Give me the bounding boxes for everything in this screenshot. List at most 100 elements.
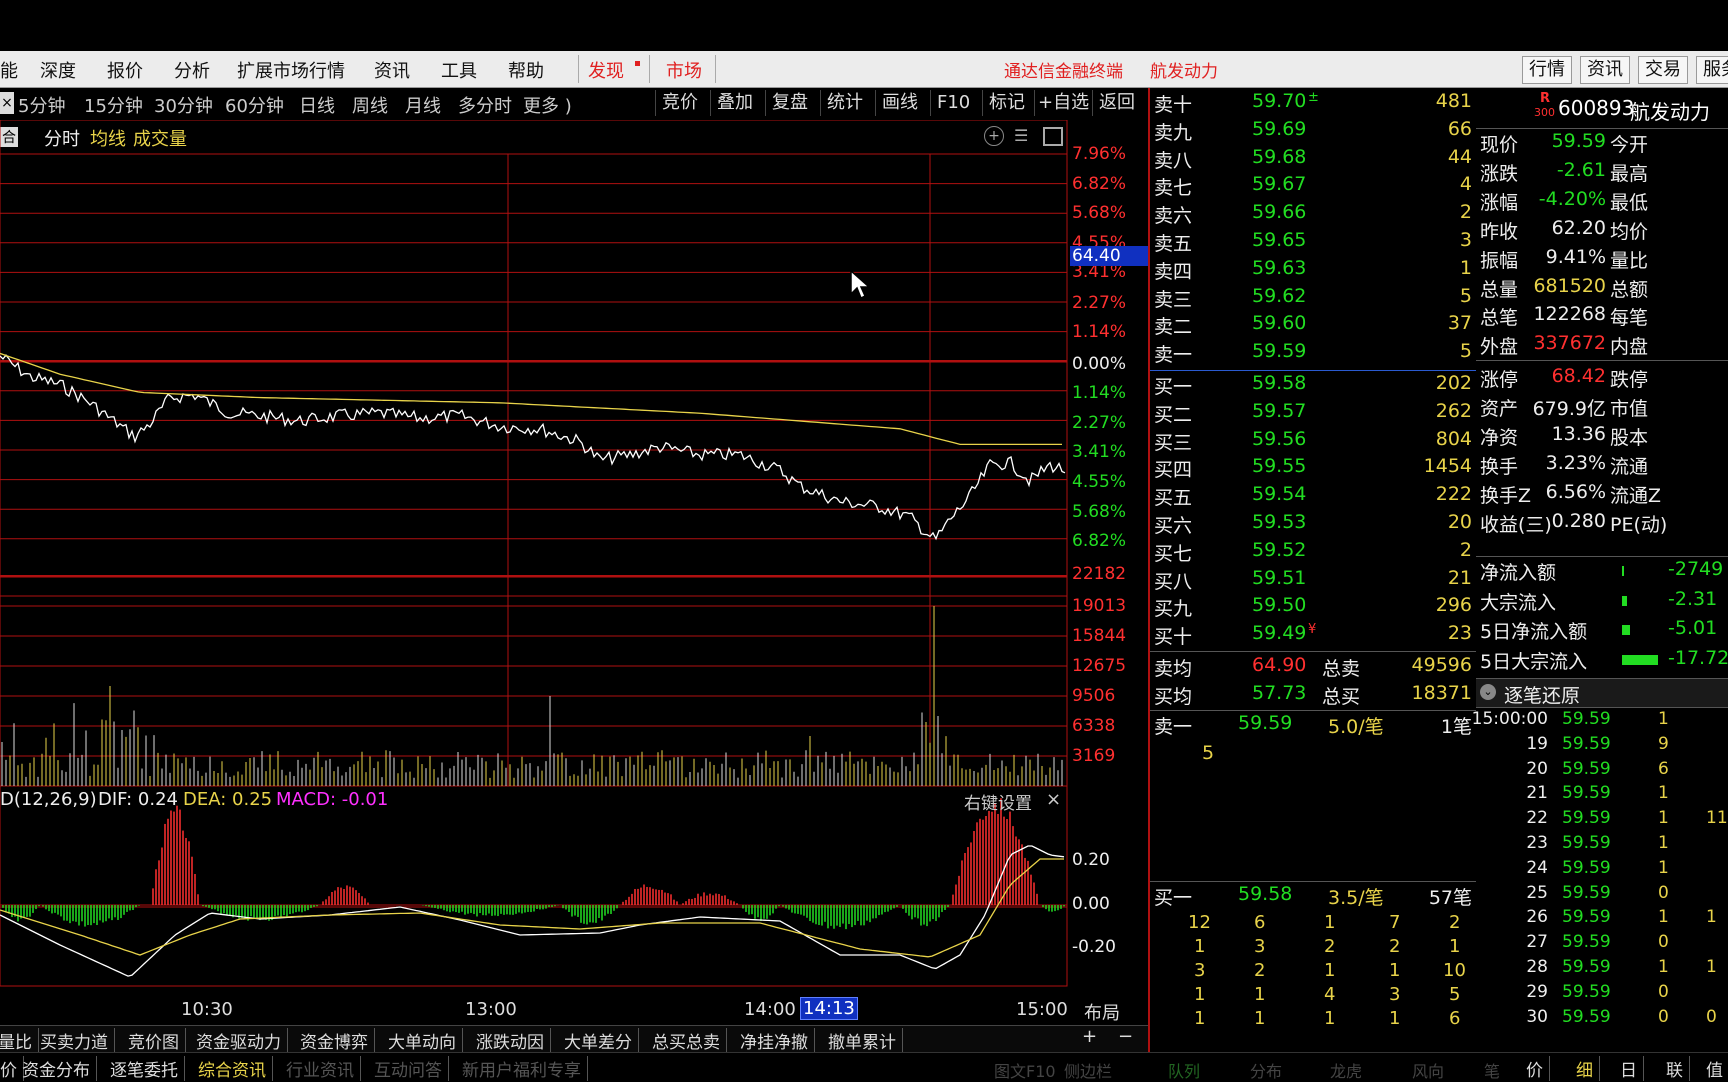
bid-row[interactable]: 买十 59.49 ¥ 23 xyxy=(1150,622,1476,648)
bottom-tab-big-order-diff[interactable]: 大单差分 xyxy=(558,1028,639,1053)
bottom-tab-wind[interactable]: 风向 xyxy=(1412,1058,1444,1082)
ask-row[interactable]: 卖二 59.60 37 xyxy=(1150,312,1476,338)
bottom-tab-distribution[interactable]: 分布 xyxy=(1250,1058,1282,1082)
tick-price: 59.59 xyxy=(1562,758,1611,779)
ask-row[interactable]: 卖七 59.67 4 xyxy=(1150,173,1476,199)
tab-30min[interactable]: 30分钟 xyxy=(154,92,213,118)
toolbar-overlay-button[interactable]: 叠加 xyxy=(710,90,759,116)
tab-15min[interactable]: 15分钟 xyxy=(84,92,143,118)
zoom-out-button[interactable]: − xyxy=(1118,1026,1133,1047)
bottom-tab-queue[interactable]: 队列 xyxy=(1168,1058,1200,1082)
macd-axis-label: 0.00 xyxy=(1072,894,1110,914)
toolbar-f10-button[interactable]: F10 xyxy=(930,90,976,116)
menu-item-quote[interactable]: 报价 xyxy=(107,57,143,83)
ask-row[interactable]: 卖三 59.62 5 xyxy=(1150,285,1476,311)
ask-row[interactable]: 卖五 59.65 3 xyxy=(1150,229,1476,255)
queue-item: 6 xyxy=(1254,912,1266,933)
menu-item-help[interactable]: 帮助 xyxy=(508,57,544,83)
queue-item: 1 xyxy=(1449,936,1461,957)
bottom-tab-fund-game[interactable]: 资金博弈 xyxy=(294,1028,375,1053)
close-icon[interactable]: × xyxy=(1046,789,1061,810)
bid-volume: 23 xyxy=(1447,622,1472,645)
tab-60min[interactable]: 60分钟 xyxy=(225,92,284,118)
tab-daily[interactable]: 日线 xyxy=(299,92,335,118)
bid-row[interactable]: 买二 59.57 262 xyxy=(1150,400,1476,426)
bid-row[interactable]: 买三 59.56 804 xyxy=(1150,428,1476,454)
menu-item-extended-market[interactable]: 扩展市场行情 xyxy=(237,57,345,83)
stat-key: 昨收 xyxy=(1480,220,1519,243)
bottom-tab-rise-fall-cause[interactable]: 涨跌动因 xyxy=(470,1028,551,1053)
bottom-tab-general-news[interactable]: 综合资讯 xyxy=(192,1056,273,1081)
toolbar-draw-button[interactable]: 画线 xyxy=(875,90,924,116)
bid-price: 59.54 xyxy=(1252,483,1307,506)
bid-row[interactable]: 买四 59.55 1454 xyxy=(1150,455,1476,481)
ask-row[interactable]: 卖九 59.69 66 xyxy=(1150,118,1476,144)
volume-axis-label: 9506 xyxy=(1072,686,1116,706)
top-button-service[interactable]: 服务 xyxy=(1696,56,1728,84)
ask-row[interactable]: 卖四 59.63 1 xyxy=(1150,257,1476,283)
tab-monthly[interactable]: 月线 xyxy=(405,92,441,118)
bottom-tab-dragon-tiger[interactable]: 龙虎 xyxy=(1330,1058,1362,1082)
bottom-tab-buysell-power[interactable]: 买卖力道 xyxy=(34,1028,115,1053)
bottom-tab-day[interactable]: 日 xyxy=(1614,1056,1644,1081)
ask-row[interactable]: 卖八 59.68 44 xyxy=(1150,146,1476,172)
ask-row[interactable]: 卖一 59.59 5 xyxy=(1150,340,1476,366)
bottom-tab-qa[interactable]: 互动问答 xyxy=(368,1056,449,1081)
menu-item-discover[interactable]: 发现 xyxy=(588,57,624,83)
bottom-tab-px[interactable]: 价 xyxy=(1520,1056,1550,1081)
tab-weekly[interactable]: 周线 xyxy=(352,92,388,118)
price-axis-label: 5.68% xyxy=(1072,502,1127,522)
menu-item-news[interactable]: 资讯 xyxy=(374,57,410,83)
toolbar-stats-button[interactable]: 统计 xyxy=(820,90,869,116)
bottom-tab-f10[interactable]: 图文F10 xyxy=(994,1058,1056,1082)
bottom-tab-order-by-order[interactable]: 逐笔委托 xyxy=(104,1056,185,1081)
stat-key: 振幅 xyxy=(1480,249,1519,272)
stock-stat-row: 总笔 122268 每笔 xyxy=(1476,303,1728,329)
bottom-tab-net-cancel[interactable]: 净挂净撤 xyxy=(734,1028,815,1053)
menu-item-depth[interactable]: 深度 xyxy=(40,57,76,83)
bottom-tab-sidebar[interactable]: 侧边栏 xyxy=(1064,1058,1112,1082)
close-icon[interactable]: × xyxy=(0,92,14,114)
zoom-in-button[interactable]: + xyxy=(1082,1026,1097,1047)
chevron-down-icon[interactable]: ⌄ xyxy=(1480,684,1496,700)
top-button-trade[interactable]: 交易 xyxy=(1638,56,1688,84)
bottom-tab-fund-drive[interactable]: 资金驱动力 xyxy=(190,1028,288,1053)
toolbar-add-watch-button[interactable]: +自选 xyxy=(1034,90,1092,116)
bottom-tab-total-buysell[interactable]: 总买总卖 xyxy=(646,1028,727,1053)
tab-multi-time[interactable]: 多分时 xyxy=(458,92,512,118)
toolbar-auction-button[interactable]: 竞价 xyxy=(655,90,704,116)
stat-key: 涨幅 xyxy=(1480,191,1519,214)
macd-settings-label[interactable]: 右键设置 xyxy=(964,789,1032,814)
bid-row[interactable]: 买一 59.58 202 xyxy=(1150,372,1476,398)
bid-row[interactable]: 买七 59.52 2 xyxy=(1150,539,1476,565)
bottom-tab-value[interactable]: 值 xyxy=(1700,1056,1728,1081)
bottom-tab-fund-distribution[interactable]: 资金分布 xyxy=(16,1056,97,1081)
menu-item-tools[interactable]: 工具 xyxy=(441,57,477,83)
bid-row[interactable]: 买五 59.54 222 xyxy=(1150,483,1476,509)
bid-row[interactable]: 买九 59.50 296 xyxy=(1150,594,1476,620)
tab-5min[interactable]: 5分钟 xyxy=(18,92,65,118)
toolbar-mark-button[interactable]: 标记 xyxy=(982,90,1031,116)
top-button-news[interactable]: 资讯 xyxy=(1580,56,1630,84)
bottom-tab-industry-news[interactable]: 行业资讯 xyxy=(280,1056,361,1081)
bottom-tab-detail[interactable]: 细 xyxy=(1570,1056,1600,1081)
bid-row[interactable]: 买六 59.53 20 xyxy=(1150,511,1476,537)
menu-item-market[interactable]: 市场 xyxy=(666,57,702,83)
layout-button[interactable]: 布局 xyxy=(1084,999,1120,1025)
bottom-tab-link[interactable]: 联 xyxy=(1660,1056,1690,1081)
menu-item-function[interactable]: 能 xyxy=(0,57,18,83)
bottom-tab-auction-chart[interactable]: 竞价图 xyxy=(122,1028,186,1053)
bottom-tab-cancel-cumulative[interactable]: 撤单累计 xyxy=(822,1028,903,1053)
ask-row[interactable]: 卖十 59.70 ± 481 xyxy=(1150,90,1476,116)
bottom-tab-big-order-trend[interactable]: 大单动向 xyxy=(382,1028,463,1053)
toolbar-back-button[interactable]: 返回 xyxy=(1092,90,1141,116)
top-button-quotes[interactable]: 行情 xyxy=(1522,56,1572,84)
bottom-tab-new-user-benefit[interactable]: 新用户福利专享 xyxy=(456,1056,588,1081)
bottom-tab-tick[interactable]: 笔 xyxy=(1484,1058,1500,1082)
ticks-header[interactable]: ⌄ 逐笔还原 xyxy=(1476,678,1728,708)
ask-row[interactable]: 卖六 59.66 2 xyxy=(1150,201,1476,227)
tab-more[interactable]: 更多 ) xyxy=(523,92,572,118)
bid-row[interactable]: 买八 59.51 21 xyxy=(1150,567,1476,593)
toolbar-replay-button[interactable]: 复盘 xyxy=(765,90,814,116)
menu-item-analysis[interactable]: 分析 xyxy=(174,57,210,83)
